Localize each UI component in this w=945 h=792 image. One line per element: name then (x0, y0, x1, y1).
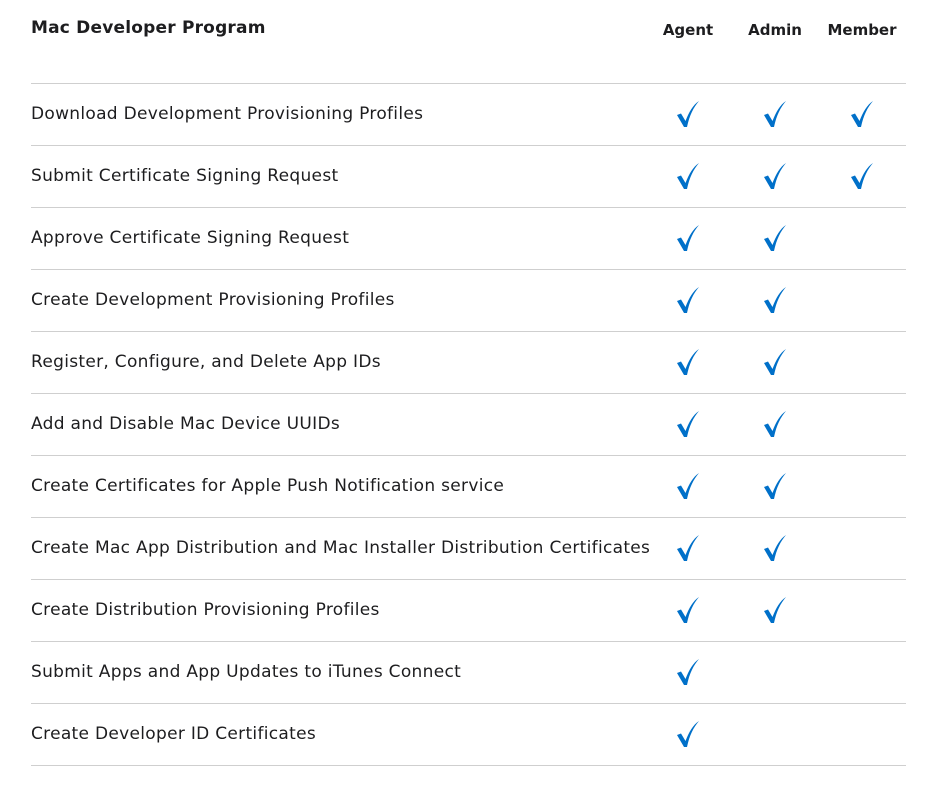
checkmark-icon (677, 721, 699, 747)
cell-member (822, 347, 902, 377)
cell-member (822, 719, 902, 749)
cell-admin (735, 285, 815, 315)
row-label: Download Development Provisioning Profil… (31, 104, 424, 124)
column-header-admin: Admin (748, 21, 802, 39)
table-row: Create Distribution Provisioning Profile… (31, 580, 906, 642)
checkmark-icon (764, 349, 786, 375)
cell-agent (648, 347, 728, 377)
cell-admin (735, 719, 815, 749)
row-label: Submit Certificate Signing Request (31, 166, 339, 186)
checkmark-icon (764, 101, 786, 127)
row-label: Create Mac App Distribution and Mac Inst… (31, 538, 651, 558)
table-title: Mac Developer Program (31, 18, 266, 38)
cell-admin (735, 471, 815, 501)
checkmark-icon (764, 535, 786, 561)
cell-member (822, 657, 902, 687)
cell-admin (735, 409, 815, 439)
checkmark-icon (677, 225, 699, 251)
table-row: Submit Certificate Signing Request (31, 146, 906, 208)
table-row: Create Developer ID Certificates (31, 704, 906, 766)
table-header: Mac Developer Program Agent Admin Member (31, 0, 906, 84)
cell-admin (735, 595, 815, 625)
table-row: Submit Apps and App Updates to iTunes Co… (31, 642, 906, 704)
table-row: Create Development Provisioning Profiles (31, 270, 906, 332)
row-label: Create Developer ID Certificates (31, 724, 316, 744)
row-label: Approve Certificate Signing Request (31, 228, 350, 248)
row-label: Submit Apps and App Updates to iTunes Co… (31, 662, 462, 682)
cell-agent (648, 471, 728, 501)
checkmark-icon (851, 163, 873, 189)
checkmark-icon (764, 225, 786, 251)
cell-agent (648, 409, 728, 439)
cell-admin (735, 99, 815, 129)
cell-member (822, 533, 902, 563)
cell-agent (648, 719, 728, 749)
checkmark-icon (764, 473, 786, 499)
checkmark-icon (677, 473, 699, 499)
checkmark-icon (677, 597, 699, 623)
table-row: Create Mac App Distribution and Mac Inst… (31, 518, 906, 580)
checkmark-icon (764, 287, 786, 313)
checkmark-icon (677, 535, 699, 561)
cell-member (822, 471, 902, 501)
checkmark-icon (851, 101, 873, 127)
cell-admin (735, 223, 815, 253)
checkmark-icon (677, 659, 699, 685)
row-label: Register, Configure, and Delete App IDs (31, 352, 381, 372)
cell-member (822, 99, 902, 129)
row-label: Add and Disable Mac Device UUIDs (31, 414, 340, 434)
column-header-agent: Agent (662, 21, 714, 39)
cell-agent (648, 657, 728, 687)
checkmark-icon (677, 349, 699, 375)
cell-admin (735, 657, 815, 687)
checkmark-icon (677, 287, 699, 313)
checkmark-icon (677, 411, 699, 437)
row-label: Create Development Provisioning Profiles (31, 290, 395, 310)
cell-member (822, 595, 902, 625)
cell-admin (735, 161, 815, 191)
permissions-table: Mac Developer Program Agent Admin Member… (31, 0, 906, 766)
cell-admin (735, 533, 815, 563)
checkmark-icon (677, 101, 699, 127)
cell-agent (648, 533, 728, 563)
cell-agent (648, 161, 728, 191)
checkmark-icon (764, 411, 786, 437)
table-row: Approve Certificate Signing Request (31, 208, 906, 270)
column-header-member: Member (827, 21, 897, 39)
table-row: Add and Disable Mac Device UUIDs (31, 394, 906, 456)
cell-agent (648, 99, 728, 129)
table-row: Register, Configure, and Delete App IDs (31, 332, 906, 394)
cell-member (822, 161, 902, 191)
cell-member (822, 223, 902, 253)
checkmark-icon (764, 163, 786, 189)
cell-member (822, 409, 902, 439)
cell-member (822, 285, 902, 315)
cell-agent (648, 285, 728, 315)
cell-agent (648, 595, 728, 625)
table-row: Download Development Provisioning Profil… (31, 84, 906, 146)
cell-agent (648, 223, 728, 253)
checkmark-icon (764, 597, 786, 623)
row-label: Create Distribution Provisioning Profile… (31, 600, 380, 620)
row-label: Create Certificates for Apple Push Notif… (31, 476, 505, 496)
table-row: Create Certificates for Apple Push Notif… (31, 456, 906, 518)
checkmark-icon (677, 163, 699, 189)
cell-admin (735, 347, 815, 377)
